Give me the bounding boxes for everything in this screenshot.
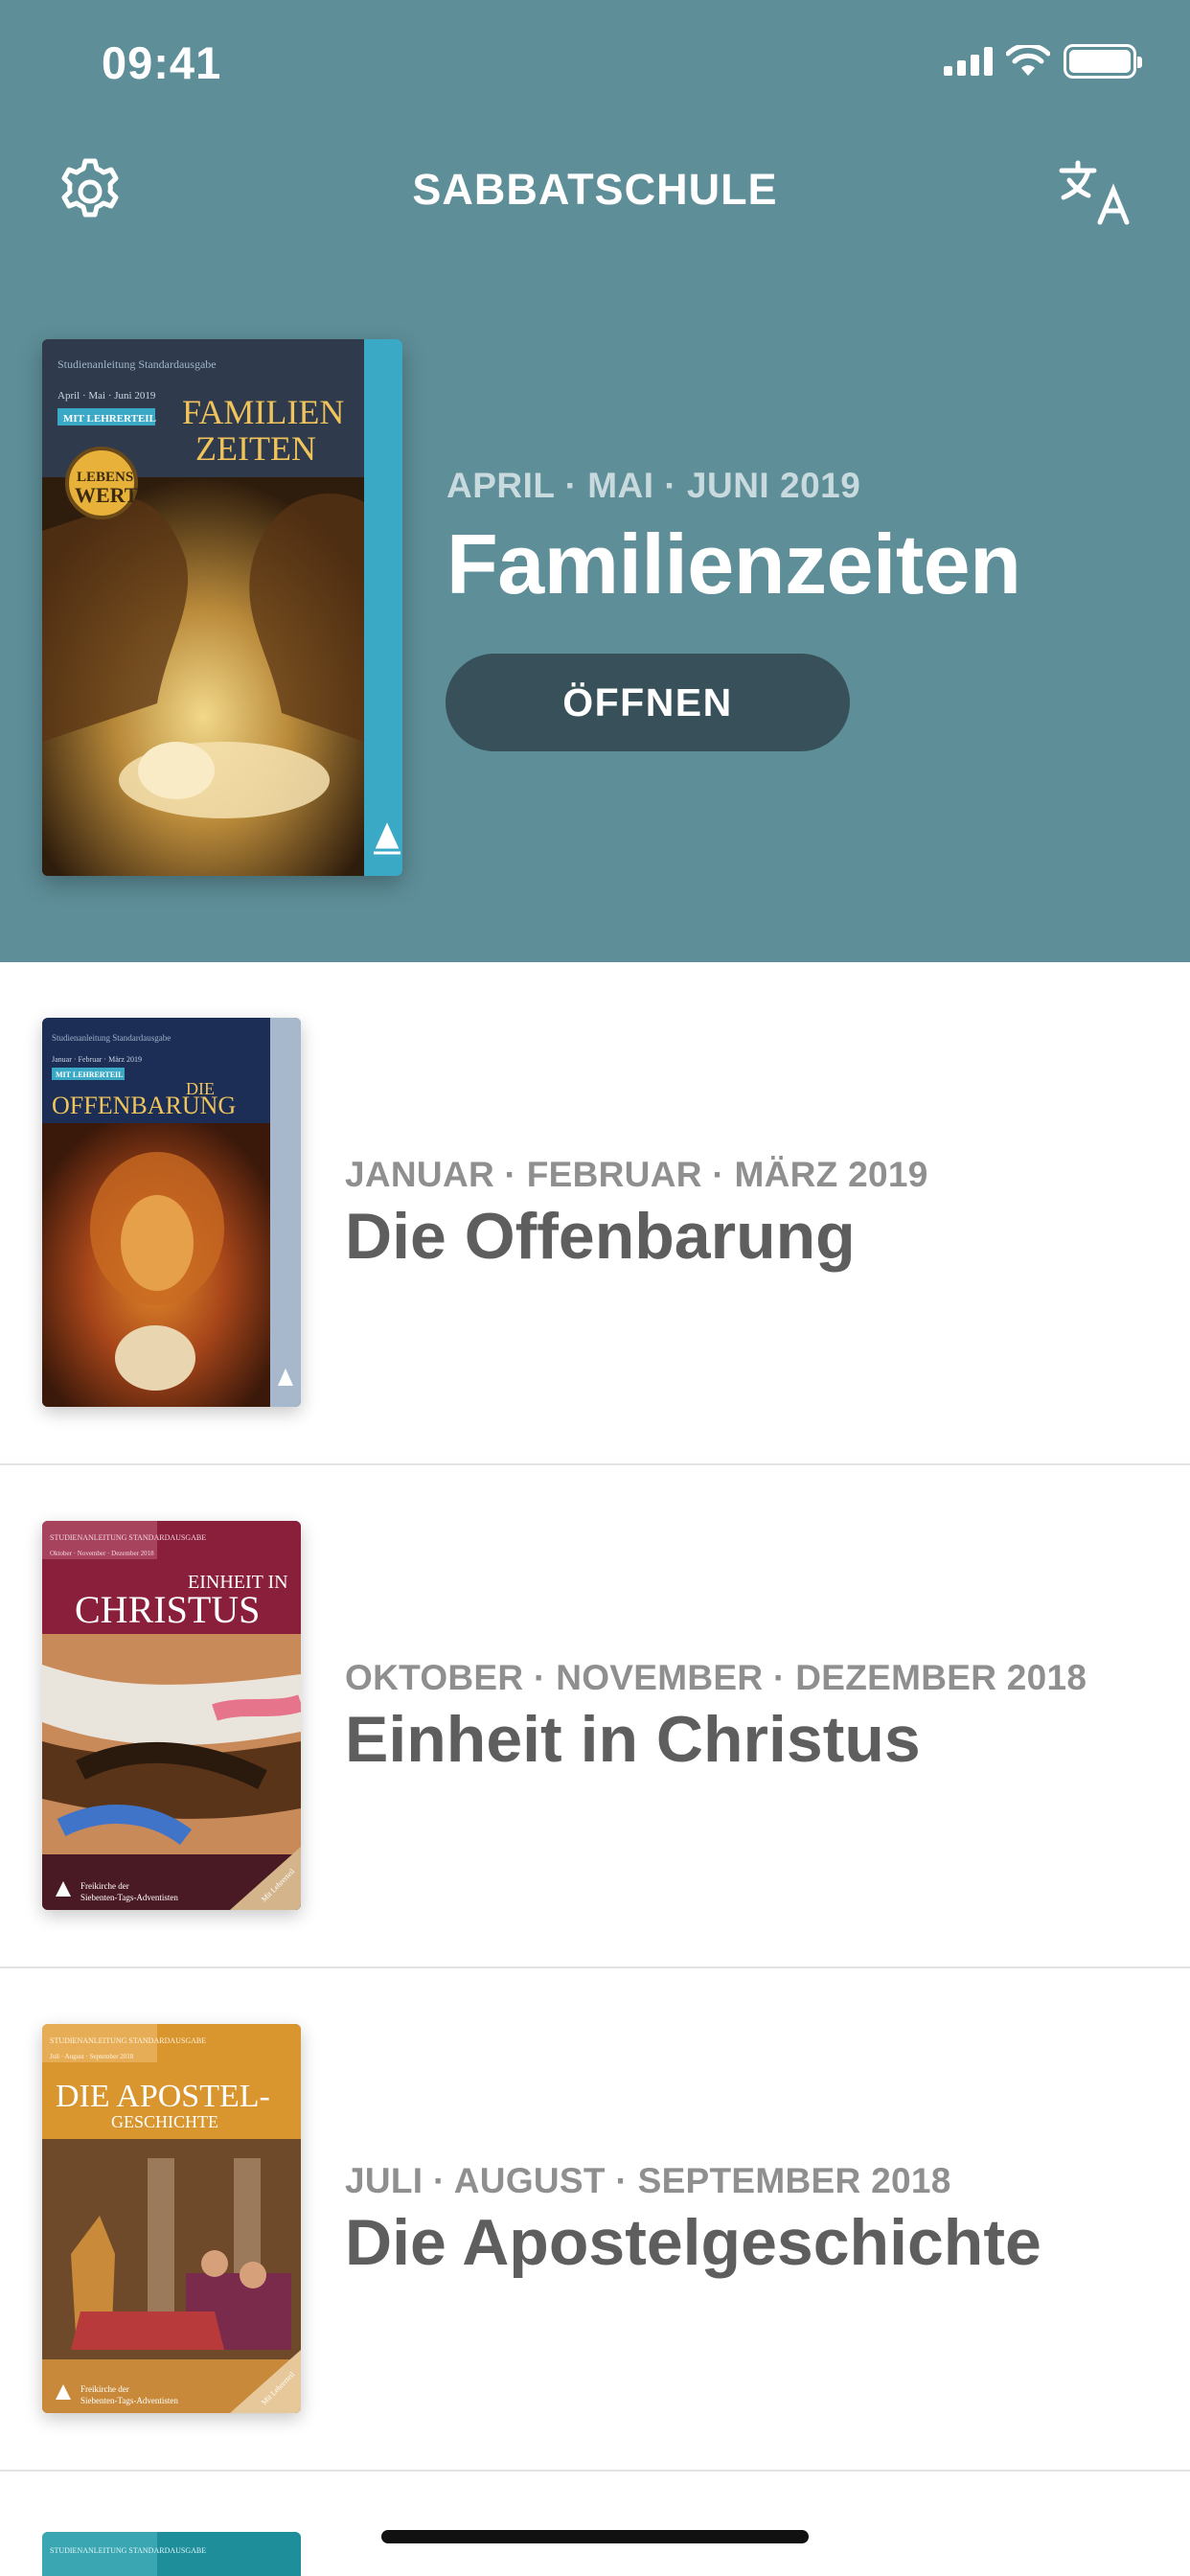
svg-text:FAMILIEN: FAMILIEN xyxy=(182,393,344,431)
wifi-icon xyxy=(1006,45,1050,76)
svg-text:STUDIENANLEITUNG STANDARDAUSGA: STUDIENANLEITUNG STANDARDAUSGABE xyxy=(50,1533,206,1542)
svg-text:STUDIENANLEITUNG STANDARDAUSGA: STUDIENANLEITUNG STANDARDAUSGABE xyxy=(50,2546,206,2555)
featured-cover-image[interactable]: Studienanleitung Standardausgabe April ·… xyxy=(42,339,402,876)
svg-text:Oktober · November · Dezember: Oktober · November · Dezember 2018 xyxy=(50,1550,154,1557)
svg-text:CHRISTUS: CHRISTUS xyxy=(75,1588,260,1631)
svg-text:MIT LEHRERTEIL: MIT LEHRERTEIL xyxy=(56,1070,123,1079)
open-button[interactable]: ÖFFNEN xyxy=(446,654,850,751)
svg-text:Freikirche der: Freikirche der xyxy=(80,2384,129,2394)
list-item[interactable]: STUDIENANLEITUNG STANDARDAUSGABE Juli · … xyxy=(0,1968,1190,2472)
svg-text:Siebenten-Tags-Adventisten: Siebenten-Tags-Adventisten xyxy=(80,2396,178,2405)
svg-text:Januar · Februar · März 2019: Januar · Februar · März 2019 xyxy=(52,1055,142,1064)
svg-text:GESCHICHTE: GESCHICHTE xyxy=(111,2112,218,2131)
lesson-dates: OKTOBER · NOVEMBER · DEZEMBER 2018 xyxy=(345,1657,1087,1697)
svg-text:Siebenten-Tags-Adventisten: Siebenten-Tags-Adventisten xyxy=(80,1893,178,1902)
featured-info: APRIL · MAI · JUNI 2019 Familienzeiten xyxy=(446,466,1021,613)
svg-text:Freikirche der: Freikirche der xyxy=(80,1881,129,1891)
lesson-cover-image[interactable]: Studienanleitung Standardausgabe Januar … xyxy=(42,1018,301,1407)
status-icons xyxy=(944,44,1142,79)
lesson-cover-image[interactable]: STUDIENANLEITUNG STANDARDAUSGABE xyxy=(42,2532,301,2576)
lesson-title: Die Offenbarung xyxy=(345,1199,856,1273)
svg-text:MIT LEHRERTEIL: MIT LEHRERTEIL xyxy=(63,413,156,425)
list-item[interactable]: STUDIENANLEITUNG STANDARDAUSGABE Oktober… xyxy=(0,1465,1190,1968)
featured-dates: APRIL · MAI · JUNI 2019 xyxy=(446,466,861,505)
svg-text:STUDIENANLEITUNG STANDARDAUSGA: STUDIENANLEITUNG STANDARDAUSGABE xyxy=(50,2036,206,2045)
lesson-info: OKTOBER · NOVEMBER · DEZEMBER 2018 Einhe… xyxy=(345,1465,1087,1968)
lesson-dates: JULI · AUGUST · SEPTEMBER 2018 xyxy=(345,2160,951,2200)
lesson-title: Die Apostelgeschichte xyxy=(345,2205,1041,2279)
svg-text:Studienanleitung Standardausga: Studienanleitung Standardausgabe xyxy=(57,357,217,371)
lesson-info: JULI · AUGUST · SEPTEMBER 2018 Die Apost… xyxy=(345,1968,1041,2472)
home-indicator[interactable] xyxy=(381,2530,809,2543)
list-item[interactable]: Studienanleitung Standardausgabe Januar … xyxy=(0,962,1190,1465)
lesson-title: Einheit in Christus xyxy=(345,1702,921,1776)
svg-text:Juli · August · September 2018: Juli · August · September 2018 xyxy=(50,2053,134,2060)
svg-text:WERT: WERT xyxy=(75,483,139,507)
lesson-cover-image[interactable]: STUDIENANLEITUNG STANDARDAUSGABE Juli · … xyxy=(42,2024,301,2413)
lesson-dates: JANUAR · FEBRUAR · MÄRZ 2019 xyxy=(345,1154,928,1194)
page-title: SABBATSCHULE xyxy=(412,165,778,214)
cellular-signal-icon xyxy=(944,47,993,76)
battery-icon xyxy=(1064,44,1142,79)
lesson-cover-image[interactable]: STUDIENANLEITUNG STANDARDAUSGABE Oktober… xyxy=(42,1521,301,1910)
lesson-info: JANUAR · FEBRUAR · MÄRZ 2019 Die Offenba… xyxy=(345,962,928,1465)
svg-text:ZEITEN: ZEITEN xyxy=(195,429,316,468)
svg-text:OFFENBARUNG: OFFENBARUNG xyxy=(52,1092,236,1119)
svg-text:April · Mai · Juni 2019: April · Mai · Juni 2019 xyxy=(57,390,156,402)
svg-text:DIE APOSTEL-: DIE APOSTEL- xyxy=(56,2079,270,2114)
translate-icon[interactable] xyxy=(1058,157,1134,226)
svg-text:Studienanleitung Standardausga: Studienanleitung Standardausgabe xyxy=(52,1033,171,1043)
featured-header: 09:41 SABBATSCHULE Studienanleitung Stan… xyxy=(0,0,1190,962)
featured-title: Familienzeiten xyxy=(446,517,1021,611)
status-time: 09:41 xyxy=(102,37,222,88)
